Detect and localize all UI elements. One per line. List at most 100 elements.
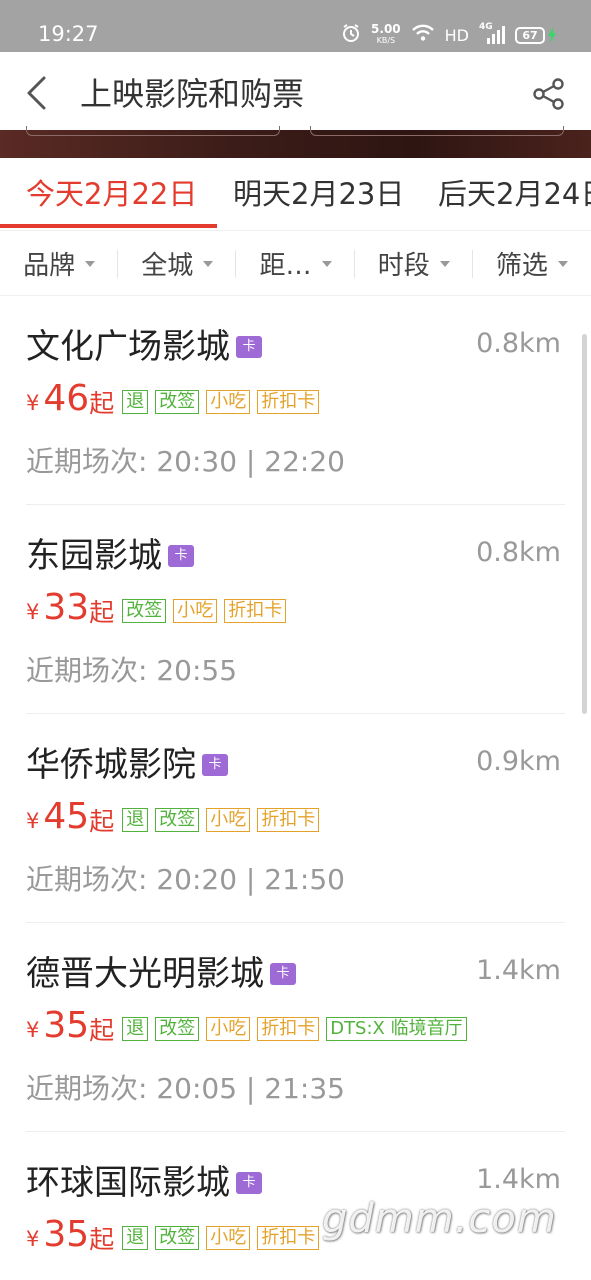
currency-symbol: ¥ <box>26 391 40 415</box>
cinema-distance: 1.4km <box>476 955 561 986</box>
feature-tag: 改签 <box>155 390 200 414</box>
upcoming-showtimes: 近期场次: 20:55 <box>26 654 238 687</box>
feature-tag: 退 <box>122 1017 149 1041</box>
caret-down-icon <box>557 261 568 267</box>
currency-symbol: ¥ <box>26 1018 40 1042</box>
feature-tag: 小吃 <box>206 390 251 414</box>
price-row: ¥ 45 起 退改签 小吃 折扣卡 <box>26 796 320 838</box>
min-price: 46 <box>43 378 90 419</box>
cinema-distance: 1.4km <box>476 1164 561 1195</box>
card-badge: 卡 <box>236 1172 262 1194</box>
feature-tag: 改签 <box>122 599 167 623</box>
date-tabs: 今天2月22日 明天2月23日 后天2月24日 <box>0 158 591 230</box>
price-suffix: 起 <box>89 1016 115 1045</box>
feature-tags: 改签 小吃 折扣卡 <box>122 599 287 623</box>
feature-tag: 改签 <box>155 1017 200 1041</box>
feature-tag: 小吃 <box>206 1226 251 1250</box>
card-badge: 卡 <box>236 336 262 358</box>
feature-tag: DTS:X 临境音厅 <box>326 1017 467 1041</box>
filter-city[interactable]: 全城 <box>118 231 237 295</box>
filter-distance[interactable]: 距… <box>236 231 355 295</box>
feature-tag: 小吃 <box>206 1017 251 1041</box>
feature-tags: 退改签 小吃 折扣卡 <box>122 808 320 832</box>
feature-tags: 退改签 小吃 折扣卡 <box>122 1226 320 1250</box>
currency-symbol: ¥ <box>26 809 40 833</box>
cinema-item[interactable]: 东园影城 卡 0.8km ¥ 33 起 改签 小吃 折扣卡 近期场次: 20:55 <box>26 505 565 714</box>
card-badge: 卡 <box>202 754 228 776</box>
feature-tag: 改签 <box>155 1226 200 1250</box>
banner-button-outline <box>26 126 280 136</box>
feature-tag: 改签 <box>155 808 200 832</box>
currency-symbol: ¥ <box>26 600 40 624</box>
network-speed: 5.00 KB/S <box>371 22 401 45</box>
upcoming-showtimes: 近期场次: 20:20 | 21:50 <box>26 863 345 896</box>
min-price: 35 <box>43 1005 90 1046</box>
card-badge: 卡 <box>270 963 296 985</box>
tab-today[interactable]: 今天2月22日 <box>26 174 197 214</box>
filter-bar: 品牌 全城 距… 时段 筛选 <box>0 230 591 296</box>
price-row: ¥ 35 起 退改签 小吃 折扣卡 <box>26 1214 320 1256</box>
cinema-distance: 0.9km <box>476 746 561 777</box>
feature-tag: 退 <box>122 808 149 832</box>
cinema-item[interactable]: 华侨城影院 卡 0.9km ¥ 45 起 退改签 小吃 折扣卡 近期场次: 20:2… <box>26 714 565 923</box>
price-suffix: 起 <box>89 807 115 836</box>
tab-tomorrow[interactable]: 明天2月23日 <box>233 174 404 214</box>
min-price: 45 <box>43 796 90 837</box>
feature-tags: 退改签 小吃 折扣卡 <box>122 390 320 414</box>
tab-day-after[interactable]: 后天2月24日 <box>438 174 591 214</box>
card-badge: 卡 <box>168 545 194 567</box>
share-button[interactable] <box>525 70 573 118</box>
top-nav-bar: 上映影院和购票 <box>0 52 591 134</box>
upcoming-showtimes: 近期场次: 20:30 | 22:20 <box>26 445 345 478</box>
feature-tag: 小吃 <box>206 808 251 832</box>
caret-down-icon <box>203 261 214 267</box>
feature-tag: 退 <box>122 1226 149 1250</box>
feature-tag: 折扣卡 <box>224 599 287 623</box>
min-price: 35 <box>43 1214 90 1255</box>
cinema-item[interactable]: 文化广场影城 卡 0.8km ¥ 46 起 退改签 小吃 折扣卡 近期场次: 20:… <box>26 296 565 505</box>
cinema-name: 东园影城 <box>26 536 162 576</box>
hd-indicator: HD <box>444 25 469 45</box>
cinema-item[interactable]: 德晋大光明影城 卡 1.4km ¥ 35 起 退改签 小吃 折扣卡 DTS:X 临境音… <box>26 923 565 1132</box>
back-button[interactable] <box>14 68 58 118</box>
active-tab-indicator <box>0 224 217 228</box>
min-price: 33 <box>43 587 90 628</box>
site-watermark: gdmm.com <box>322 1196 557 1242</box>
feature-tag: 小吃 <box>173 599 218 623</box>
movie-banner-strip <box>0 126 591 158</box>
caret-down-icon <box>321 261 332 267</box>
caret-down-icon <box>85 261 96 267</box>
list-scrollbar[interactable] <box>582 334 587 714</box>
cinema-name: 华侨城影院 <box>26 745 196 785</box>
chevron-left-icon <box>27 76 46 110</box>
filter-brand[interactable]: 品牌 <box>0 231 119 295</box>
price-suffix: 起 <box>89 598 115 627</box>
filter-timeslot[interactable]: 时段 <box>355 231 474 295</box>
feature-tag: 折扣卡 <box>257 390 320 414</box>
page-title: 上映影院和购票 <box>80 75 305 113</box>
price-suffix: 起 <box>89 389 115 418</box>
wifi-icon <box>411 24 435 46</box>
signal-icon: 4G <box>479 22 505 46</box>
cinema-name: 文化广场影城 <box>26 327 230 367</box>
share-icon <box>533 78 564 110</box>
cinema-distance: 0.8km <box>476 328 561 359</box>
feature-tag: 折扣卡 <box>257 1017 320 1041</box>
feature-tags: 退改签 小吃 折扣卡 DTS:X 临境音厅 <box>122 1017 467 1041</box>
status-time: 19:27 <box>38 22 99 46</box>
battery-icon: 67 <box>515 26 557 44</box>
price-row: ¥ 33 起 改签 小吃 折扣卡 <box>26 587 287 629</box>
price-row: ¥ 46 起 退改签 小吃 折扣卡 <box>26 378 320 420</box>
feature-tag: 退 <box>122 390 149 414</box>
cinema-distance: 0.8km <box>476 537 561 568</box>
status-icons: 5.00 KB/S HD 4G 67 <box>341 22 557 48</box>
cinema-name: 环球国际影城 <box>26 1163 230 1203</box>
upcoming-showtimes: 近期场次: 20:05 | 21:35 <box>26 1072 345 1105</box>
filter-more[interactable]: 筛选 <box>473 231 591 295</box>
cinema-name: 德晋大光明影城 <box>26 954 264 994</box>
feature-tag: 折扣卡 <box>257 1226 320 1250</box>
feature-tag: 折扣卡 <box>257 808 320 832</box>
status-bar: 19:27 5.00 KB/S HD 4G 67 <box>0 0 591 52</box>
banner-button-outline <box>310 126 564 136</box>
cinema-list: 文化广场影城 卡 0.8km ¥ 46 起 退改签 小吃 折扣卡 近期场次: 20:… <box>0 296 591 1280</box>
